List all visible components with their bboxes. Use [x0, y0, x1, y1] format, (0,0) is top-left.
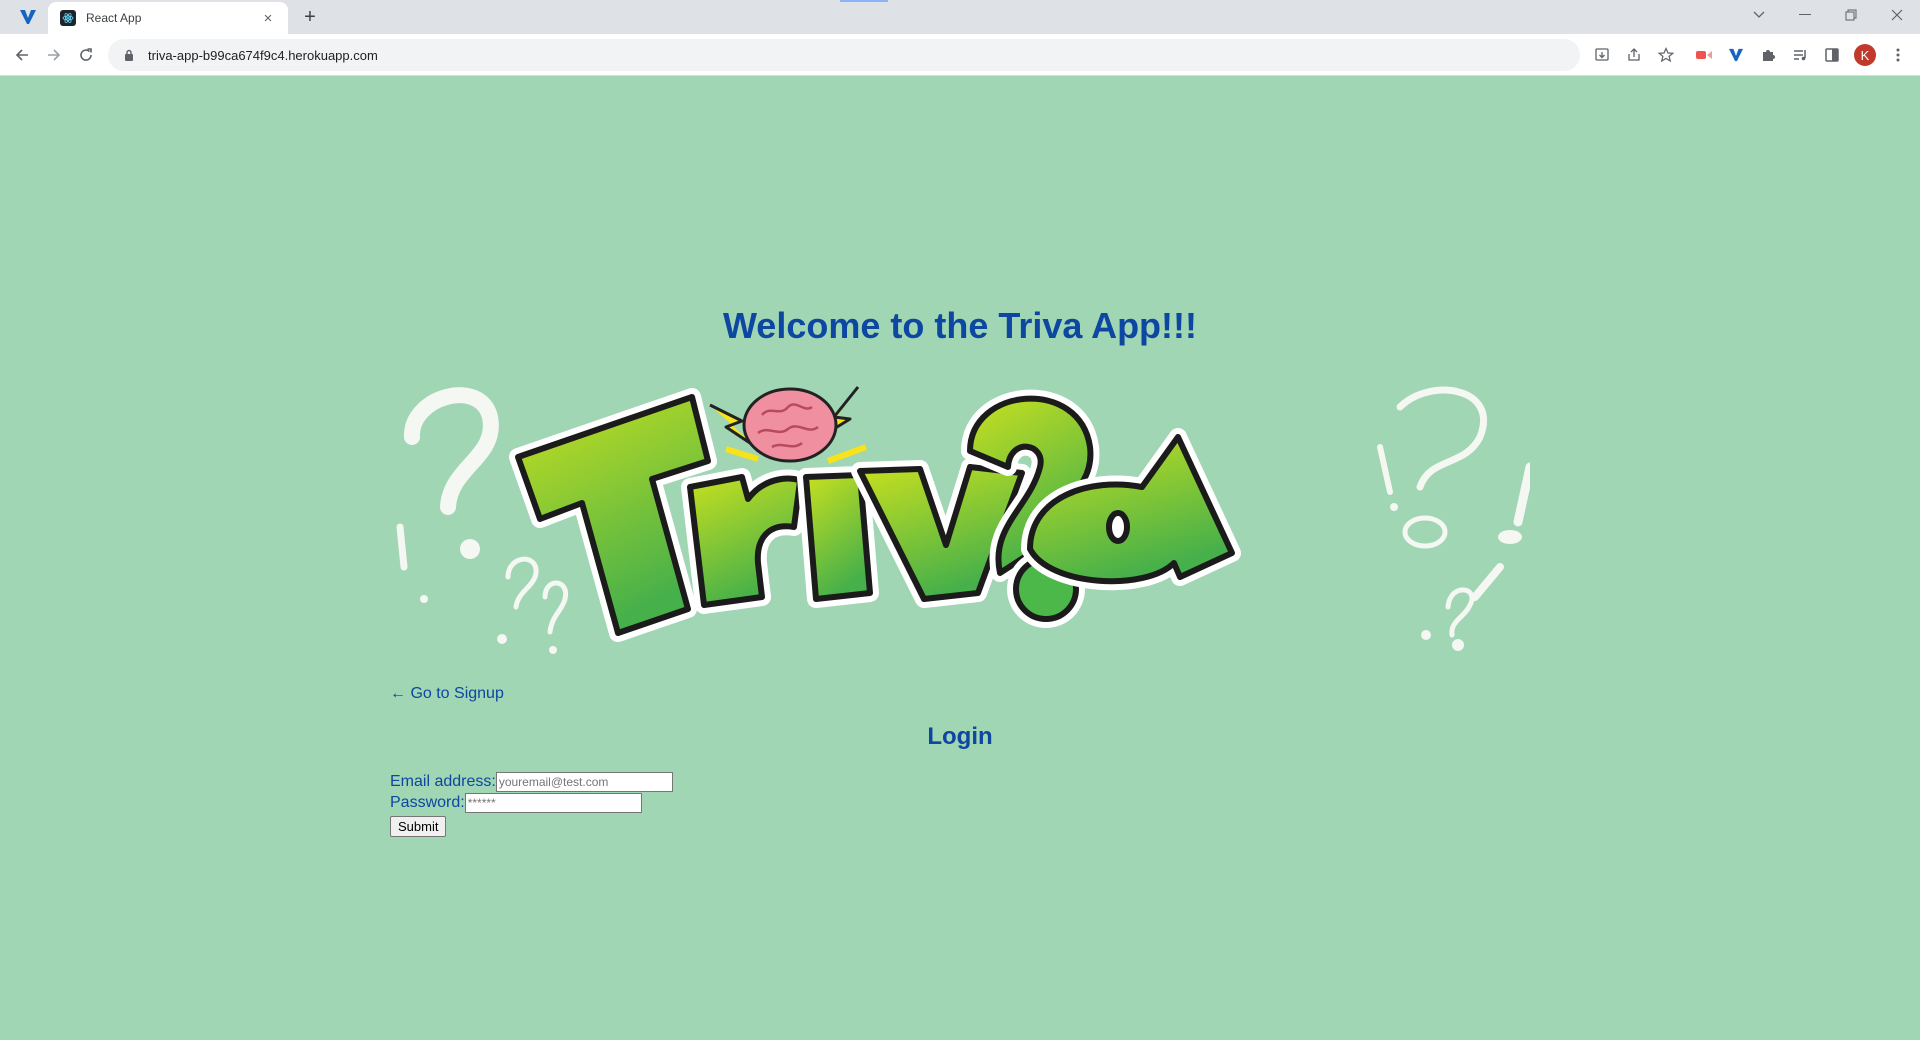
tab-search-icon[interactable] — [1736, 0, 1782, 30]
extensions-puzzle-icon[interactable] — [1754, 41, 1782, 69]
close-window-icon[interactable] — [1874, 0, 1920, 30]
screen-record-extension-icon[interactable] — [1690, 41, 1718, 69]
tab-indicator — [840, 0, 888, 2]
side-panel-icon[interactable] — [1818, 41, 1846, 69]
react-favicon-icon — [60, 10, 76, 26]
address-bar[interactable]: triva-app-b99ca674f9c4.herokuapp.com — [108, 39, 1674, 71]
tab-bar: React App × + — [0, 0, 1920, 34]
bookmark-star-icon[interactable] — [1652, 41, 1680, 69]
login-form: Email address: Password: Submit — [390, 771, 673, 837]
lock-icon[interactable] — [122, 48, 136, 62]
reading-list-icon[interactable] — [1786, 41, 1814, 69]
back-arrow-icon[interactable] — [8, 41, 36, 69]
tab-react-app[interactable]: React App × — [48, 2, 288, 34]
browser-logo-icon[interactable] — [16, 6, 40, 28]
restore-icon[interactable] — [1828, 0, 1874, 30]
triva-logo — [396, 386, 1530, 654]
chalk-question-marks-right-icon — [1377, 386, 1530, 651]
browser-extension-icon[interactable] — [1722, 41, 1750, 69]
email-input[interactable] — [495, 771, 673, 792]
url-text: triva-app-b99ca674f9c4.herokuapp.com — [148, 47, 378, 63]
page-content: Welcome to the Triva App!!! ← Go to Sign… — [0, 77, 1920, 1040]
new-tab-button[interactable]: + — [298, 5, 322, 29]
minimize-icon[interactable] — [1782, 0, 1828, 30]
tab-title: React App — [86, 11, 142, 25]
reload-icon[interactable] — [72, 41, 100, 69]
install-app-icon[interactable] — [1588, 41, 1616, 69]
triva-logo-letters — [509, 388, 1241, 642]
email-row: Email address: — [390, 771, 673, 792]
browser-toolbar: triva-app-b99ca674f9c4.herokuapp.com K — [0, 34, 1920, 76]
email-label: Email address: — [390, 772, 496, 790]
menu-kebab-icon[interactable] — [1884, 41, 1912, 69]
password-label: Password: — [390, 793, 465, 811]
close-tab-icon[interactable]: × — [258, 8, 278, 28]
login-heading: Login — [927, 723, 993, 750]
submit-button[interactable]: Submit — [390, 816, 447, 837]
share-icon[interactable] — [1620, 41, 1648, 69]
forward-arrow-icon[interactable] — [40, 41, 68, 69]
brain-icon — [709, 386, 868, 464]
password-row: Password: — [390, 792, 673, 813]
welcome-heading: Welcome to the Triva App!!! — [722, 305, 1198, 346]
profile-avatar[interactable]: K — [1854, 44, 1876, 66]
go-to-signup-link[interactable]: ← Go to Signup — [390, 685, 504, 703]
password-input[interactable] — [464, 792, 642, 813]
